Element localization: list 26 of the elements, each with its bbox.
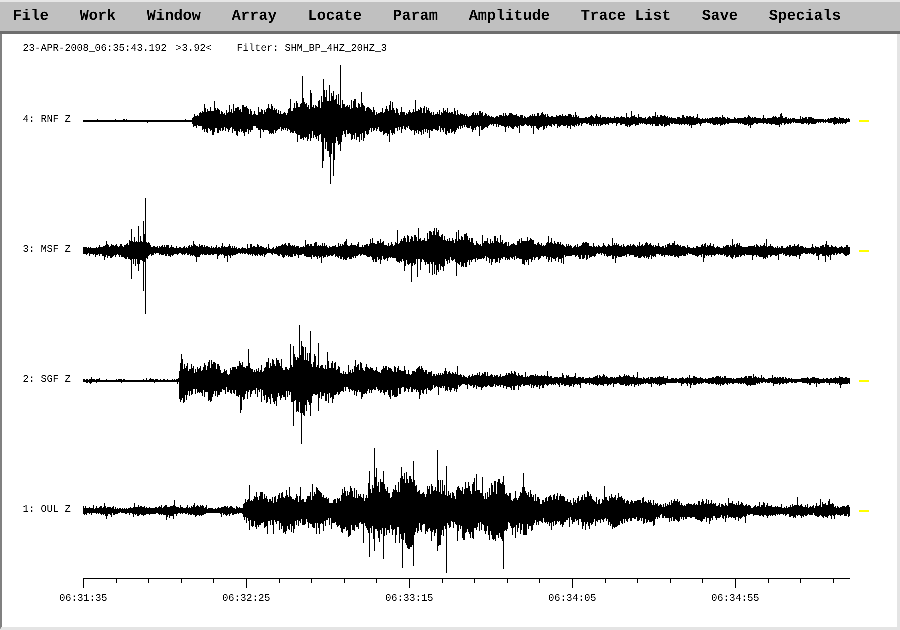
menu-item[interactable]: Locate [300,6,370,26]
dash-marker-icon [859,380,869,382]
menu-item[interactable]: Param [385,6,446,26]
time-tick-label: 06:34:55 [712,594,760,605]
filter-label: Filter: SHM_BP_4HZ_20HZ_3 [237,44,388,56]
trace-label: 3: MSF Z [23,245,72,257]
trace-label: 1: OUL Z [23,505,72,517]
menu-item[interactable]: Array [224,6,286,26]
time-tick-label: 06:33:15 [386,594,434,605]
dash-marker-icon [859,120,869,122]
menu-item[interactable]: Specials [761,6,850,26]
menu-item[interactable]: Amplitude [461,6,558,26]
amplitude-reading: >3.92< [176,44,212,56]
dash-marker-icon [859,250,869,252]
menu-item[interactable]: Window [139,6,210,26]
time-tick-label: 06:32:25 [222,594,270,605]
time-tick-label: 06:34:05 [548,594,596,605]
menu-item[interactable]: Work [72,6,124,26]
menu-item[interactable]: Save [694,6,746,26]
menu-item[interactable]: File [5,6,58,26]
dash-marker-icon [859,510,869,512]
time-tick-label: 06:31:35 [60,594,108,605]
menu-item[interactable]: Trace List [573,6,680,26]
timestamp-text: 23-APR-2008_06:35:43.192 [23,44,168,56]
trace-label: 2: SGF Z [23,375,72,387]
trace-label: 4: RNF Z [23,115,72,127]
